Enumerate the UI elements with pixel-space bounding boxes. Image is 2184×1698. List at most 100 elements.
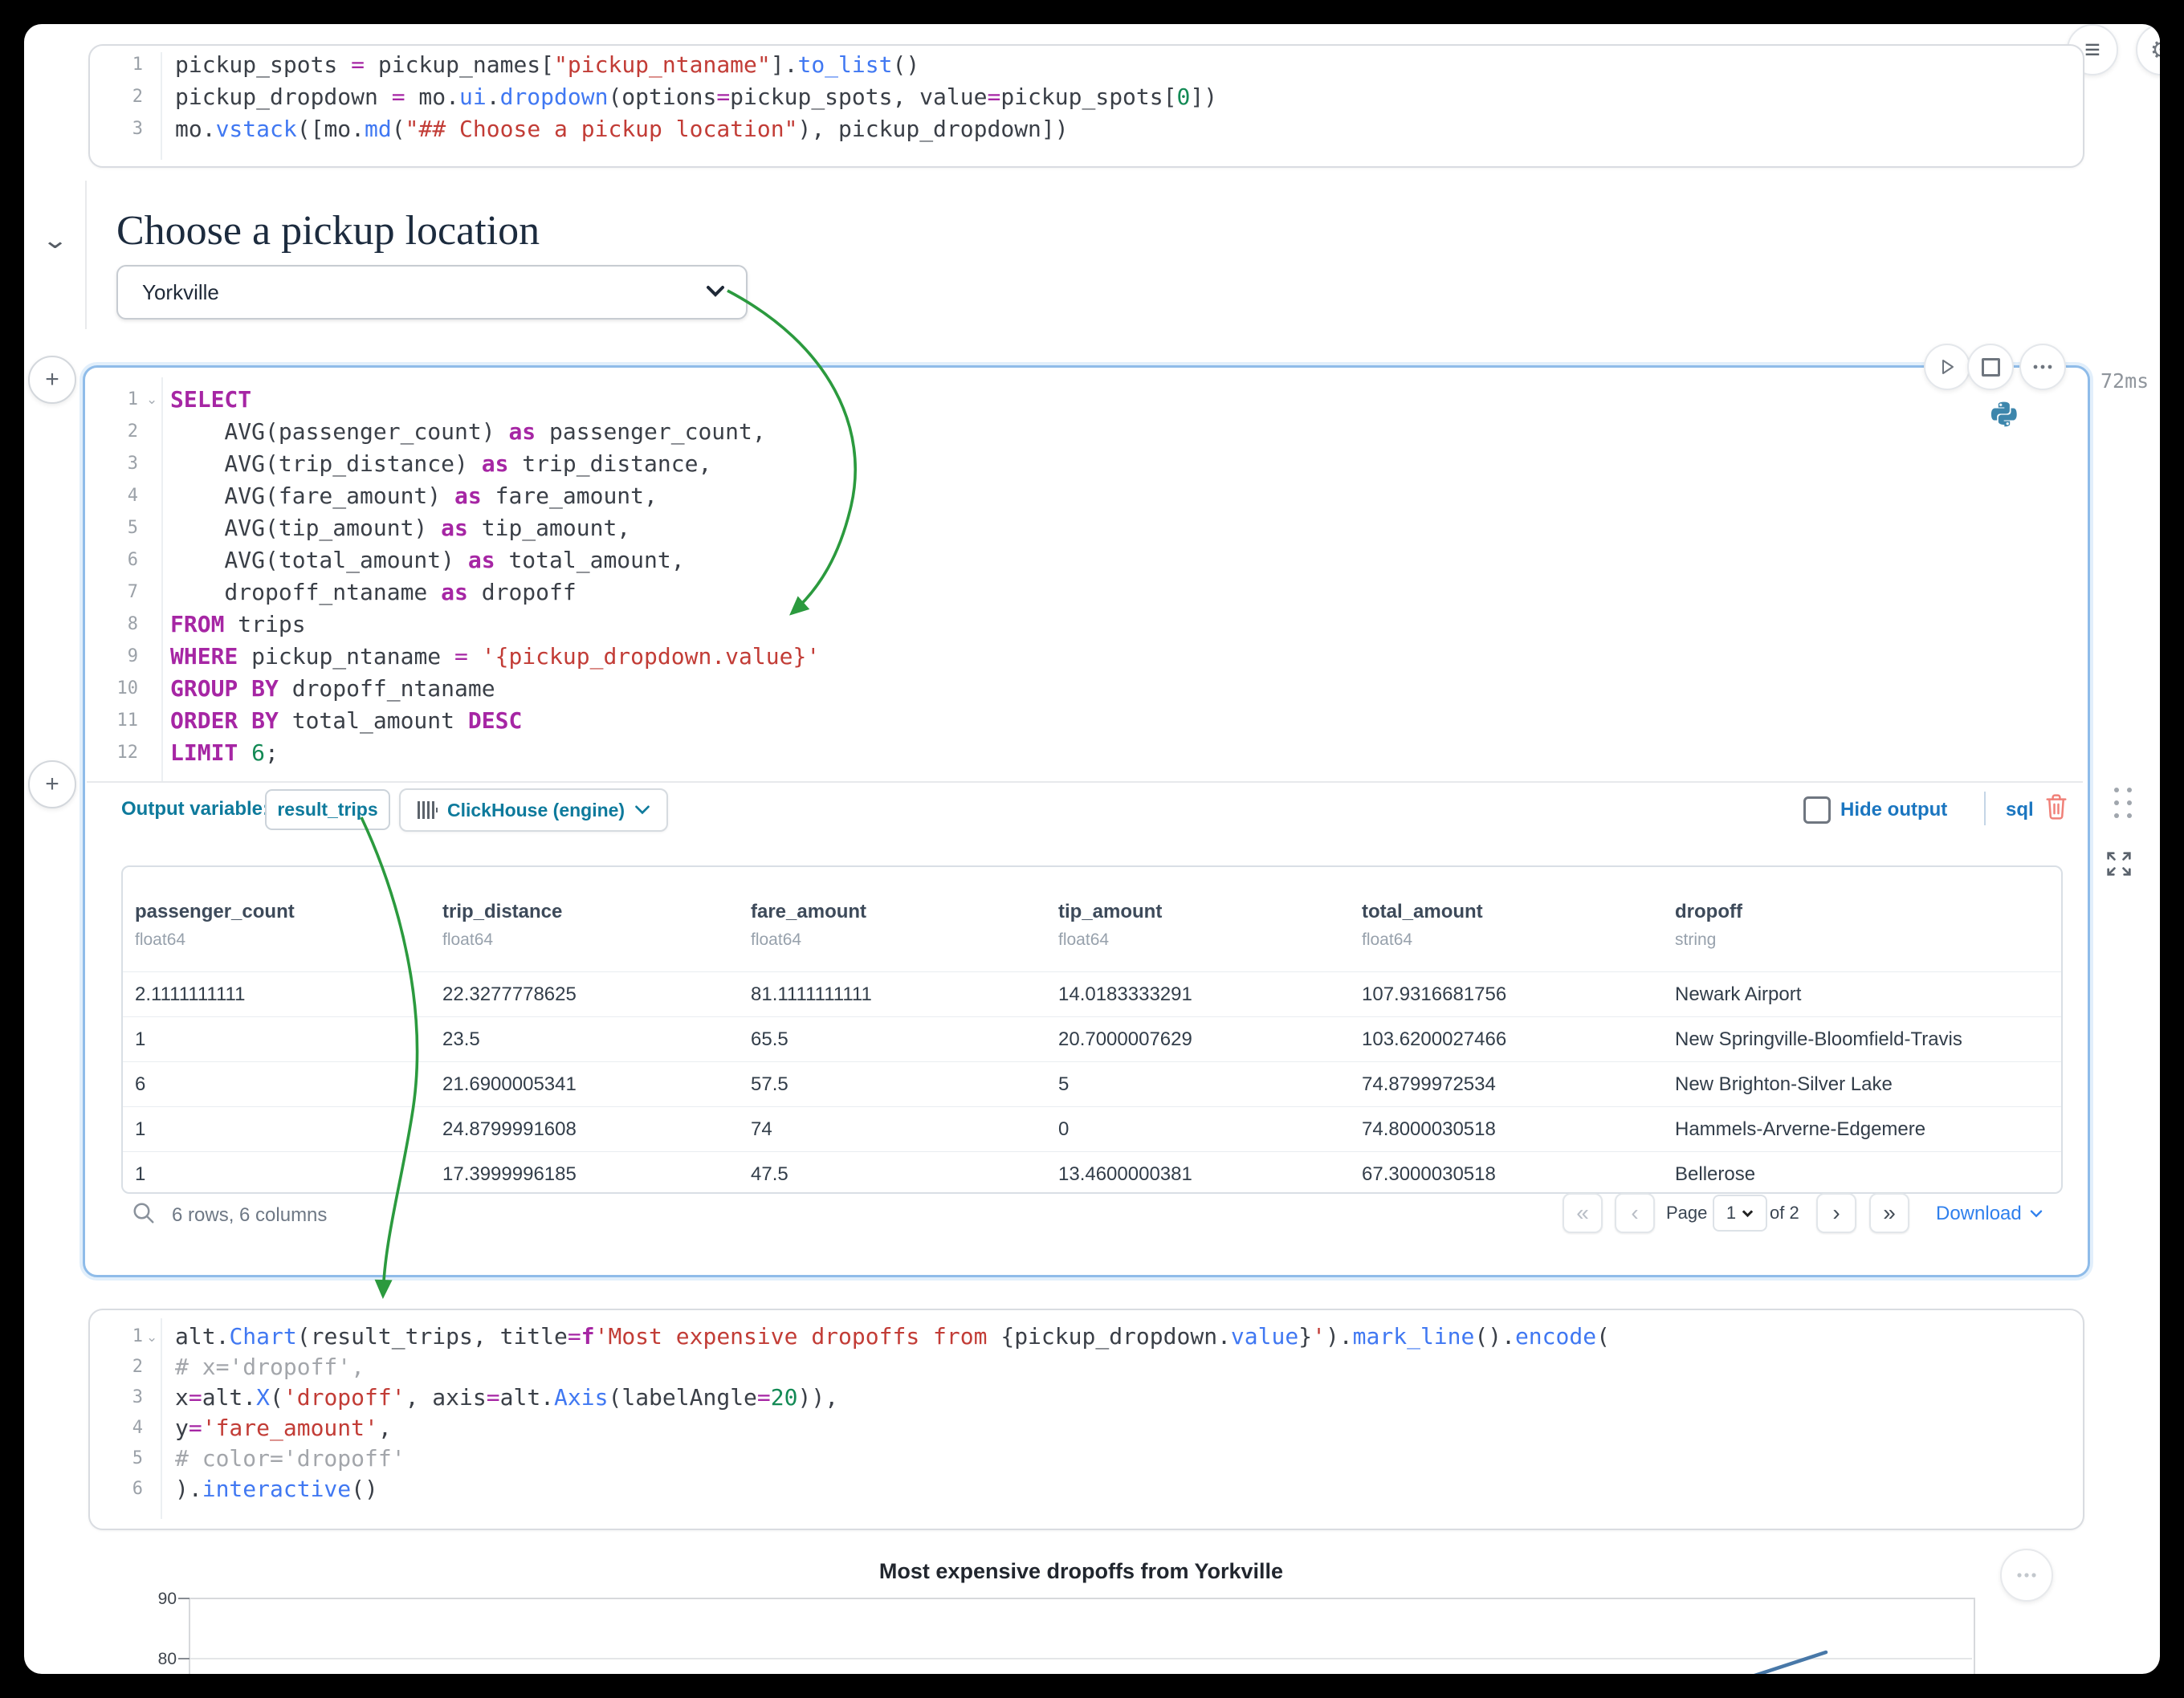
code-line: 4 AVG(fare_amount) as fare_amount, xyxy=(85,480,2076,512)
table-cell: New Springville-Bloomfield-Travis xyxy=(1675,1017,2061,1061)
table-summary: 6 rows, 6 columns xyxy=(172,1204,327,1227)
stop-cell-button[interactable] xyxy=(1967,344,2014,390)
clickhouse-icon xyxy=(417,800,438,820)
code-text: alt.Chart(result_trips, title=f'Most exp… xyxy=(161,1321,1610,1352)
code-line: 9WHERE pickup_ntaname = '{pickup_dropdow… xyxy=(85,641,2076,673)
sql-editor[interactable]: 1SELECT2 AVG(passenger_count) as passeng… xyxy=(85,384,2076,769)
collapse-chevron-icon[interactable]: ⌄ xyxy=(42,226,69,254)
table-column-header[interactable]: fare_amountfloat64 xyxy=(751,867,1058,971)
page-select[interactable]: 1 xyxy=(1713,1195,1767,1232)
expand-icon[interactable] xyxy=(2102,848,2136,880)
engine-label: ClickHouse (engine) xyxy=(447,800,625,821)
code-line: 6).interactive() xyxy=(90,1474,2073,1505)
plus-icon: + xyxy=(45,366,59,393)
table-cell: 65.5 xyxy=(751,1017,1058,1061)
cell-chart-code[interactable]: ⌄ 1alt.Chart(result_trips, title=f'Most … xyxy=(88,1309,2084,1530)
table-cell: 24.8799991608 xyxy=(442,1107,751,1151)
line-number: 5 xyxy=(90,1444,161,1474)
drag-handle-icon[interactable] xyxy=(2110,785,2137,824)
run-cell-button[interactable] xyxy=(1924,344,1970,390)
chart-more-button[interactable] xyxy=(2000,1549,2053,1602)
code-line: 2 AVG(passenger_count) as passenger_coun… xyxy=(85,416,2076,448)
code-text: # color='dropoff' xyxy=(161,1444,405,1474)
chevron-down-icon xyxy=(2030,1209,2043,1219)
download-button[interactable]: Download xyxy=(1936,1203,2043,1225)
cell-python-dropdown[interactable]: 1pickup_spots = pickup_names["pickup_nta… xyxy=(88,44,2084,168)
code-text: SELECT xyxy=(156,384,251,416)
line-number: 11 xyxy=(85,705,156,737)
double-chevron-left-icon: « xyxy=(1576,1200,1589,1226)
chart-code-editor[interactable]: 1alt.Chart(result_trips, title=f'Most ex… xyxy=(90,1321,2073,1505)
results-table: passenger_countfloat64trip_distancefloat… xyxy=(121,865,2063,1194)
table-row: 117.399999618547.513.460000038167.300003… xyxy=(123,1151,2061,1194)
hide-output-label[interactable]: Hide output xyxy=(1840,799,1947,821)
line-number: 3 xyxy=(85,448,156,480)
trash-icon[interactable] xyxy=(2044,793,2068,820)
line-number: 6 xyxy=(85,544,156,576)
code-line: 2pickup_dropdown = mo.ui.dropdown(option… xyxy=(90,81,2073,113)
chevron-left-icon: ‹ xyxy=(1631,1200,1638,1226)
table-body: 2.111111111122.327777862581.111111111114… xyxy=(123,971,2061,1194)
line-number: 3 xyxy=(90,1382,161,1413)
next-page-button[interactable]: › xyxy=(1816,1193,1856,1233)
code-text: AVG(trip_distance) as trip_distance, xyxy=(156,448,711,480)
cell-divider xyxy=(87,781,2083,783)
column-dtype: float64 xyxy=(442,930,751,950)
table-cell: 17.3999996185 xyxy=(442,1152,751,1194)
hide-output-checkbox[interactable] xyxy=(1803,796,1831,824)
table-column-header[interactable]: total_amountfloat64 xyxy=(1362,867,1675,971)
dropdown-value: Yorkville xyxy=(118,280,219,305)
pickup-location-dropdown[interactable]: Yorkville xyxy=(116,265,748,320)
table-cell: 2.1111111111 xyxy=(135,972,442,1016)
table-cell: 0 xyxy=(1058,1107,1362,1151)
code-line: 11ORDER BY total_amount DESC xyxy=(85,705,2076,737)
page-of-label: of 2 xyxy=(1770,1203,1799,1224)
last-page-button[interactable]: » xyxy=(1869,1193,1909,1233)
code-text: pickup_spots = pickup_names["pickup_ntan… xyxy=(161,49,919,81)
code-line: 2# x='dropoff', xyxy=(90,1352,2073,1382)
python-logo-icon xyxy=(1990,400,2019,429)
settings-button[interactable]: ⚙ xyxy=(2136,24,2160,75)
prev-page-button[interactable]: ‹ xyxy=(1615,1193,1655,1233)
cell-sql: ⌄ 1SELECT2 AVG(passenger_count) as passe… xyxy=(83,365,2090,1277)
engine-selector[interactable]: ClickHouse (engine) xyxy=(399,788,668,832)
code-text: AVG(total_amount) as total_amount, xyxy=(156,544,685,576)
table-cell: New Brighton-Silver Lake xyxy=(1675,1062,2061,1106)
table-cell: 20.7000007629 xyxy=(1058,1017,1362,1061)
divider xyxy=(1984,792,1986,825)
table-column-header[interactable]: trip_distancefloat64 xyxy=(442,867,751,971)
table-cell: 81.1111111111 xyxy=(751,972,1058,1016)
column-name: tip_amount xyxy=(1058,901,1362,923)
first-page-button[interactable]: « xyxy=(1563,1193,1603,1233)
column-dtype: float64 xyxy=(135,930,442,950)
line-number: 1 xyxy=(90,49,161,81)
table-column-header[interactable]: passenger_countfloat64 xyxy=(135,867,442,971)
table-cell: Hammels-Arverne-Edgemere xyxy=(1675,1107,2061,1151)
table-column-header[interactable]: tip_amountfloat64 xyxy=(1058,867,1362,971)
code-line: 3x=alt.X('dropoff', axis=alt.Axis(labelA… xyxy=(90,1382,2073,1413)
code-editor[interactable]: 1pickup_spots = pickup_names["pickup_nta… xyxy=(90,49,2073,145)
code-text: AVG(passenger_count) as passenger_count, xyxy=(156,416,766,448)
stop-icon xyxy=(1982,358,2000,377)
gridline-80 xyxy=(190,1658,1972,1659)
table-cell: 74 xyxy=(751,1107,1058,1151)
line-number: 6 xyxy=(90,1474,161,1505)
code-text: GROUP BY dropoff_ntaname xyxy=(156,673,495,705)
table-column-header[interactable]: dropoffstring xyxy=(1675,867,2061,971)
column-name: fare_amount xyxy=(751,901,1058,923)
search-icon[interactable] xyxy=(132,1201,156,1225)
add-cell-button-2[interactable]: + xyxy=(28,760,76,808)
line-number: 10 xyxy=(85,673,156,705)
chart-plot-area[interactable] xyxy=(189,1598,1975,1674)
page-select-value: 1 xyxy=(1726,1203,1736,1224)
language-badge[interactable]: sql xyxy=(2006,799,2034,821)
add-cell-button[interactable]: + xyxy=(28,356,76,404)
table-row: 124.879999160874074.8000030518Hammels-Ar… xyxy=(123,1106,2061,1151)
output-variable-chip[interactable]: result_trips xyxy=(265,789,390,830)
table-row: 621.690000534157.5574.8799972534New Brig… xyxy=(123,1061,2061,1106)
cell-more-button[interactable] xyxy=(2019,344,2066,390)
code-text: ).interactive() xyxy=(161,1474,378,1505)
table-row: 2.111111111122.327777862581.111111111114… xyxy=(123,971,2061,1016)
code-text: # x='dropoff', xyxy=(161,1352,365,1382)
play-icon xyxy=(1938,358,1956,376)
